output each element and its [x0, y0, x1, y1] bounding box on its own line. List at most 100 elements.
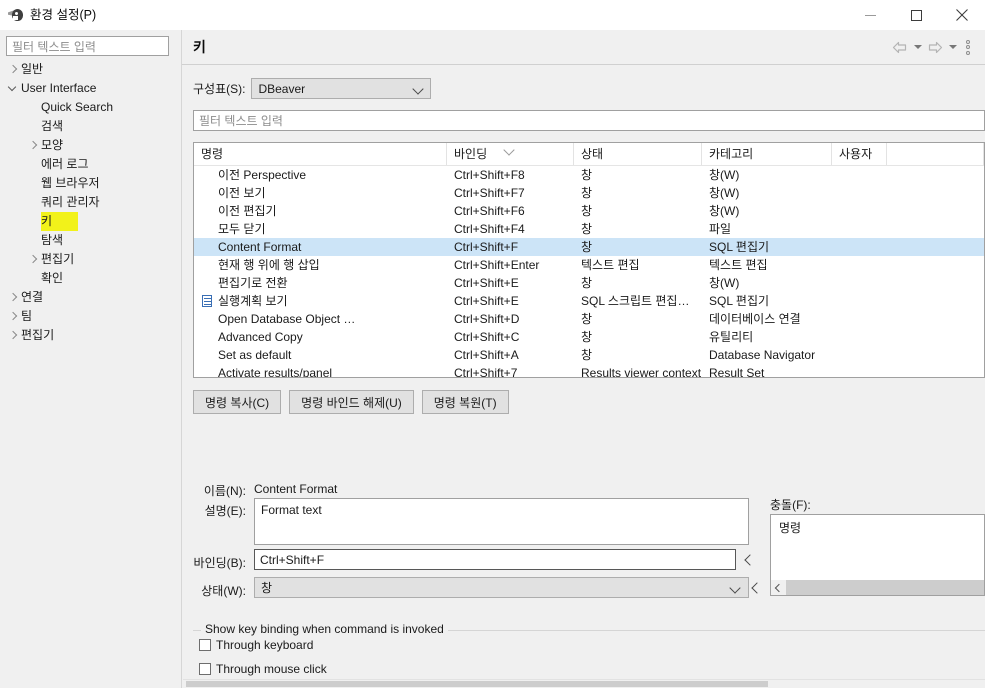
- scheme-select[interactable]: DBeaver: [251, 78, 432, 99]
- table-column-header[interactable]: 사용자: [832, 143, 887, 165]
- chevron-right-icon[interactable]: [8, 330, 19, 341]
- cell-binding: Ctrl+Shift+F: [454, 240, 519, 254]
- cell-command-label: 모두 닫기: [218, 222, 266, 236]
- dialog-horizontal-scrollbar[interactable]: [183, 680, 985, 688]
- table-header-row[interactable]: 명령 바인딩 상태 카테고리 사용자: [194, 143, 984, 166]
- sidebar-item[interactable]: 키: [0, 212, 181, 231]
- chevron-right-icon[interactable]: [8, 292, 19, 303]
- sidebar-item[interactable]: User Interface: [0, 79, 181, 98]
- cell-category: Result Set: [709, 366, 765, 378]
- key-bindings-table[interactable]: 명령 바인딩 상태 카테고리 사용자 이전 Perspective Ctrl+Shift+…: [193, 142, 985, 378]
- checkbox-box[interactable]: [199, 663, 211, 675]
- binding-picker-button[interactable]: [742, 549, 758, 570]
- cell-command-label: 실행계획 보기: [218, 294, 288, 308]
- restore-command-button[interactable]: 명령 복원(T): [421, 390, 509, 414]
- sidebar-item[interactable]: 탐색: [0, 231, 181, 250]
- table-row[interactable]: Advanced Copy Ctrl+Shift+C 창 유틸리티: [194, 328, 984, 346]
- back-arrow-icon[interactable]: [889, 36, 911, 58]
- sidebar-item[interactable]: 연결: [0, 288, 181, 307]
- forward-arrow-icon[interactable]: [924, 36, 946, 58]
- sidebar-item[interactable]: 모양: [0, 136, 181, 155]
- conflicts-table[interactable]: 명령: [770, 514, 985, 596]
- cell-category: 유틸리티: [709, 330, 754, 344]
- key-binding-invocation-group: Show key binding when command is invoked…: [193, 622, 985, 682]
- table-column-header[interactable]: 바인딩: [447, 143, 574, 165]
- back-dropdown-icon[interactable]: [911, 36, 924, 58]
- checkbox-box[interactable]: [199, 639, 211, 651]
- checkbox-through-mouse-click[interactable]: Through mouse click: [199, 662, 327, 676]
- cell-command-label: Content Format: [218, 240, 302, 254]
- table-row[interactable]: 편집기로 전환 Ctrl+Shift+E 창 창(W): [194, 274, 984, 292]
- conflicts-horizontal-scrollbar[interactable]: [771, 580, 984, 595]
- table-column-header[interactable]: 상태: [574, 143, 702, 165]
- table-column-header[interactable]: [887, 143, 984, 165]
- cell-category: 창(W): [709, 168, 740, 182]
- copy-command-button[interactable]: 명령 복사(C): [193, 390, 282, 414]
- chevron-down-icon[interactable]: [8, 83, 19, 94]
- table-row[interactable]: Set as default Ctrl+Shift+A 창 Database Navi…: [194, 346, 984, 364]
- group-title: Show key binding when command is invoked: [201, 622, 448, 636]
- close-icon[interactable]: [939, 0, 985, 30]
- checkbox-through-keyboard[interactable]: Through keyboard: [199, 638, 313, 652]
- sidebar-item-label: User Interface: [21, 81, 97, 95]
- state-picker-button[interactable]: [749, 577, 765, 598]
- cell-command: Advanced Copy: [194, 328, 447, 346]
- sidebar-item[interactable]: 검색: [0, 117, 181, 136]
- table-body[interactable]: 이전 Perspective Ctrl+Shift+F8 창 창(W) 이전 보기 Ctr…: [194, 166, 984, 378]
- cell-state: 창: [581, 222, 593, 236]
- conflicts-label: 충돌(F):: [770, 498, 811, 512]
- cell-command-label: 편집기로 전환: [218, 276, 288, 290]
- sidebar-item[interactable]: 편집기: [0, 250, 181, 269]
- table-row[interactable]: 이전 편집기 Ctrl+Shift+F6 창 창(W): [194, 202, 984, 220]
- unbind-command-button[interactable]: 명령 바인드 해제(U): [289, 390, 414, 414]
- table-column-header[interactable]: 카테고리: [702, 143, 832, 165]
- sidebar-item[interactable]: 편집기: [0, 326, 181, 345]
- table-row[interactable]: Open Database Object … Ctrl+Shift+D 창 데이터베이…: [194, 310, 984, 328]
- table-row[interactable]: 현재 행 위에 행 삽입 Ctrl+Shift+Enter 텍스트 편집 텍스트 편집: [194, 256, 984, 274]
- maximize-icon[interactable]: [893, 0, 939, 30]
- sidebar-item[interactable]: 웹 브라우저: [0, 174, 181, 193]
- cell-command: Open Database Object …: [194, 310, 447, 328]
- state-select[interactable]: 창: [254, 577, 749, 598]
- window-controls: [847, 0, 985, 30]
- sidebar-item[interactable]: 쿼리 관리자: [0, 193, 181, 212]
- cell-command-label: Activate results/panel: [218, 366, 333, 378]
- chevron-right-icon[interactable]: [28, 254, 39, 265]
- chevron-right-icon[interactable]: [8, 64, 19, 75]
- table-row[interactable]: 모두 닫기 Ctrl+Shift+F4 창 파일: [194, 220, 984, 238]
- scrollbar-thumb[interactable]: [786, 580, 984, 595]
- sidebar-item[interactable]: 확인: [0, 269, 181, 288]
- description-field[interactable]: Format text: [254, 498, 749, 545]
- bindings-filter-input[interactable]: 필터 텍스트 입력: [193, 110, 985, 131]
- description-label: 설명(E):: [204, 504, 246, 518]
- table-row[interactable]: Content Format Ctrl+Shift+F 창 SQL 편집기: [194, 238, 984, 256]
- sidebar-item[interactable]: 팀: [0, 307, 181, 326]
- table-row[interactable]: 실행계획 보기 Ctrl+Shift+E SQL 스크립트 편집… SQL 편집기: [194, 292, 984, 310]
- sidebar-item[interactable]: Quick Search: [0, 98, 181, 117]
- scroll-left-icon[interactable]: [771, 580, 786, 595]
- forward-dropdown-icon[interactable]: [946, 36, 959, 58]
- binding-input[interactable]: Ctrl+Shift+F: [254, 549, 736, 570]
- cell-binding: Ctrl+Shift+F7: [454, 186, 525, 200]
- cell-command: Activate results/panel: [194, 364, 447, 378]
- chevron-right-icon[interactable]: [8, 311, 19, 322]
- preferences-tree[interactable]: 일반 User Interface Quick Search 검색 모양 에러 로그 웹 브…: [0, 60, 181, 688]
- chevron-right-icon[interactable]: [28, 140, 39, 151]
- cell-command: Content Format: [194, 238, 447, 256]
- view-menu-icon[interactable]: [959, 36, 977, 58]
- description-value: Format text: [261, 503, 322, 517]
- cell-user: [832, 346, 887, 364]
- scrollbar-thumb[interactable]: [186, 681, 768, 687]
- table-row[interactable]: 이전 보기 Ctrl+Shift+F7 창 창(W): [194, 184, 984, 202]
- table-column-header[interactable]: 명령: [194, 143, 447, 165]
- sidebar-item[interactable]: 일반: [0, 60, 181, 79]
- sidebar-filter-input[interactable]: 필터 텍스트 입력: [6, 36, 169, 56]
- sidebar-item[interactable]: 에러 로그: [0, 155, 181, 174]
- cell-binding: Ctrl+Shift+7: [454, 366, 518, 378]
- minimize-icon[interactable]: [847, 0, 893, 30]
- cell-state: 창: [581, 240, 593, 254]
- cell-spacer: [887, 238, 984, 256]
- table-row[interactable]: Activate results/panel Ctrl+Shift+7 Result…: [194, 364, 984, 378]
- table-row[interactable]: 이전 Perspective Ctrl+Shift+F8 창 창(W): [194, 166, 984, 184]
